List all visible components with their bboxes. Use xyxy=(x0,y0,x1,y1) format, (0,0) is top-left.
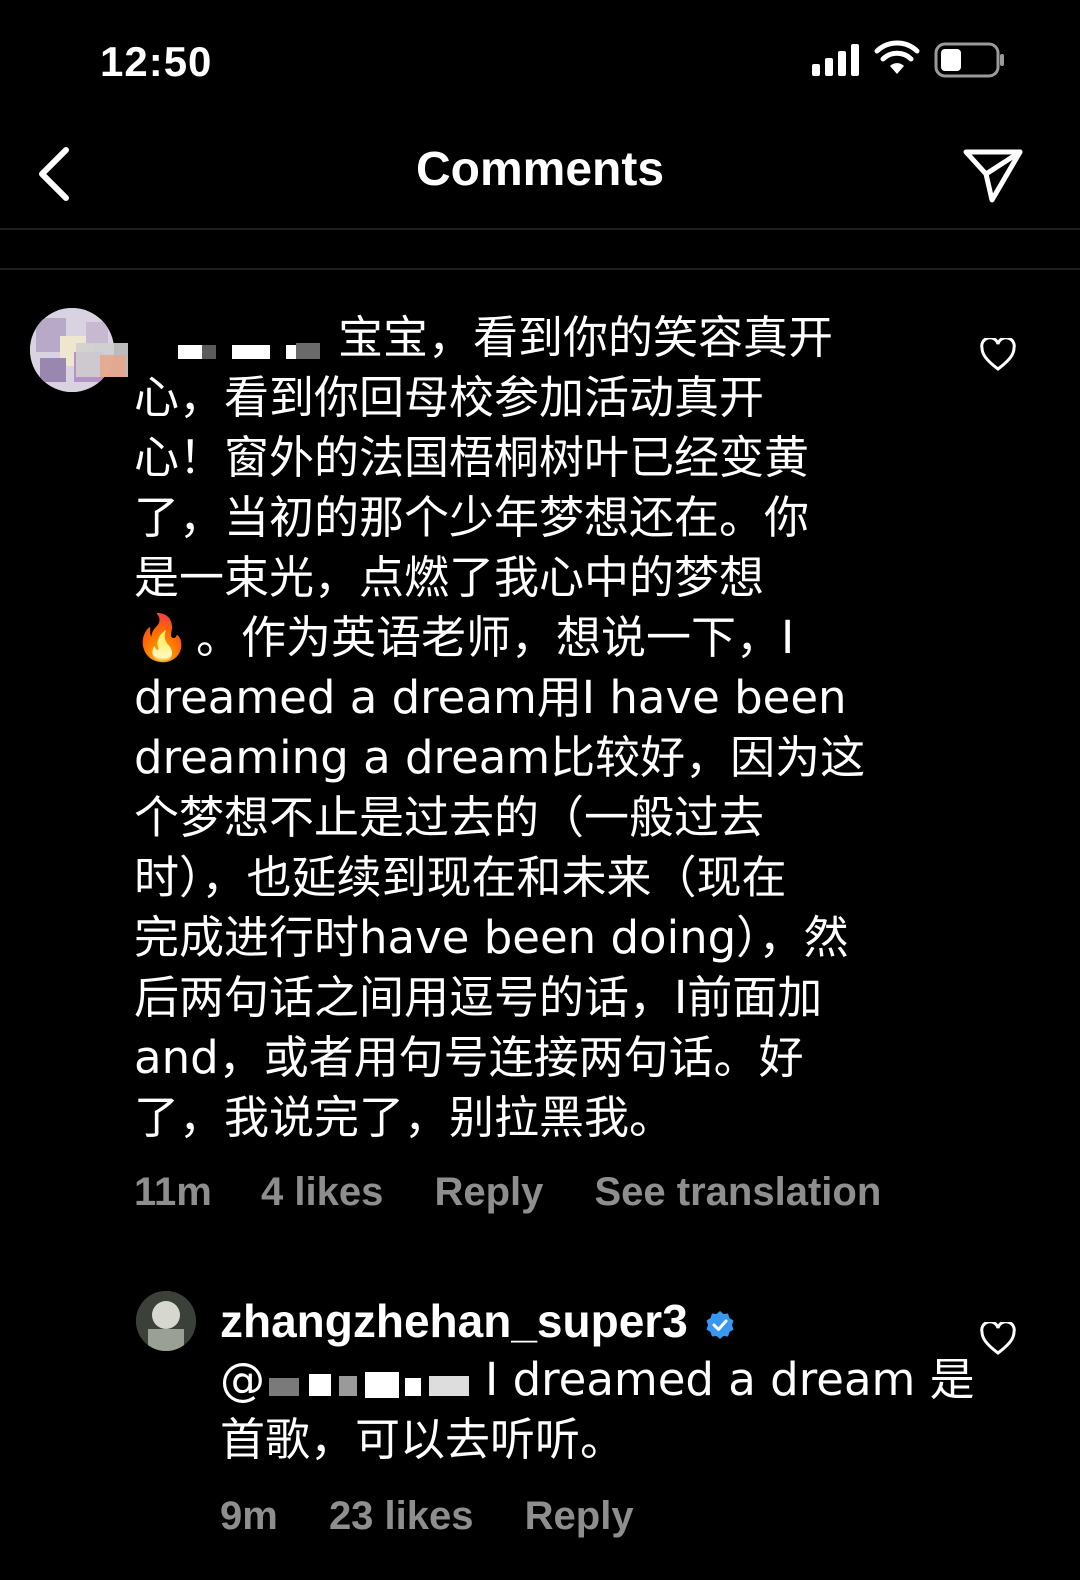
comment-time: 9m xyxy=(220,1494,278,1538)
reply-body: @ I dreamed a dream 是 首歌，可以去听听。 xyxy=(220,1350,980,1470)
likes-count[interactable]: 4 likes xyxy=(261,1170,383,1215)
comment-line: 后两句话之间用逗号的话，I前面加 xyxy=(134,971,823,1024)
verified-badge-icon xyxy=(706,1310,734,1339)
heart-icon[interactable] xyxy=(980,338,1016,372)
comment-line: 心！窗外的法国梧桐树叶已经变黄 xyxy=(134,431,810,484)
paper-plane-icon xyxy=(963,149,1023,203)
battery-icon xyxy=(934,42,1004,78)
comment-line: dreamed a dream用I have been xyxy=(134,671,847,724)
comment-line: 首歌，可以去听听。 xyxy=(220,1413,626,1466)
page-title: Comments xyxy=(415,143,665,196)
header-divider xyxy=(0,228,1080,230)
comment-line: 心，看到你回母校参加活动真开 xyxy=(134,371,765,424)
redacted-mention xyxy=(269,1372,469,1398)
comment-line: 🔥 。作为英语老师，想说一下，I xyxy=(134,611,795,664)
see-translation-button[interactable]: See translation xyxy=(595,1170,882,1215)
reply-username[interactable]: zhangzhehan_super3 xyxy=(220,1294,735,1348)
comment-line: 是一束光，点燃了我心中的梦想 xyxy=(134,551,765,604)
wifi-icon xyxy=(874,40,920,74)
section-divider xyxy=(0,268,1080,270)
comment-line: and，或者用句号连接两句话。好 xyxy=(134,1031,804,1084)
comment-line: 了，我说完了，别拉黑我。 xyxy=(134,1091,675,1144)
avatar-image xyxy=(136,1291,196,1351)
comment-body: 宝宝，看到你的笑容真开 心，看到你回母校参加活动真开 心！窗外的法国梧桐树叶已经… xyxy=(134,308,934,1148)
comment-line: 完成进行时have been doing），然 xyxy=(134,911,849,964)
comment-line: 个梦想不止是过去的（一般过去 xyxy=(134,791,765,844)
comment-line: @ I dreamed a dream 是 xyxy=(220,1353,975,1406)
reply-button[interactable]: Reply xyxy=(434,1170,543,1215)
fire-emoji: 🔥 xyxy=(134,611,191,664)
likes-count[interactable]: 23 likes xyxy=(329,1494,474,1539)
heart-icon[interactable] xyxy=(980,1322,1016,1356)
comment-line: 时），也延续到现在和未来（现在 xyxy=(134,851,787,904)
comment-line: 宝宝，看到你的笑容真开 xyxy=(338,311,834,364)
navigation-header: Comments xyxy=(0,120,1080,230)
reply-button[interactable]: Reply xyxy=(525,1494,634,1539)
comment-time: 11m xyxy=(134,1170,212,1214)
status-time: 12:50 xyxy=(100,38,213,85)
mention-link[interactable]: @ xyxy=(220,1353,485,1406)
reply-meta: 9m 23 likes Reply xyxy=(220,1494,634,1539)
comment-meta: 11m 4 likes Reply See translation xyxy=(134,1170,881,1215)
status-bar: 12:50 xyxy=(0,0,1080,120)
comment-line: dreaming a dream比较好，因为这 xyxy=(134,731,866,784)
cellular-signal-icon xyxy=(812,44,859,76)
avatar[interactable] xyxy=(136,1291,196,1351)
share-button[interactable] xyxy=(958,140,1028,210)
comment-line: 了，当初的那个少年梦想还在。你 xyxy=(134,491,810,544)
